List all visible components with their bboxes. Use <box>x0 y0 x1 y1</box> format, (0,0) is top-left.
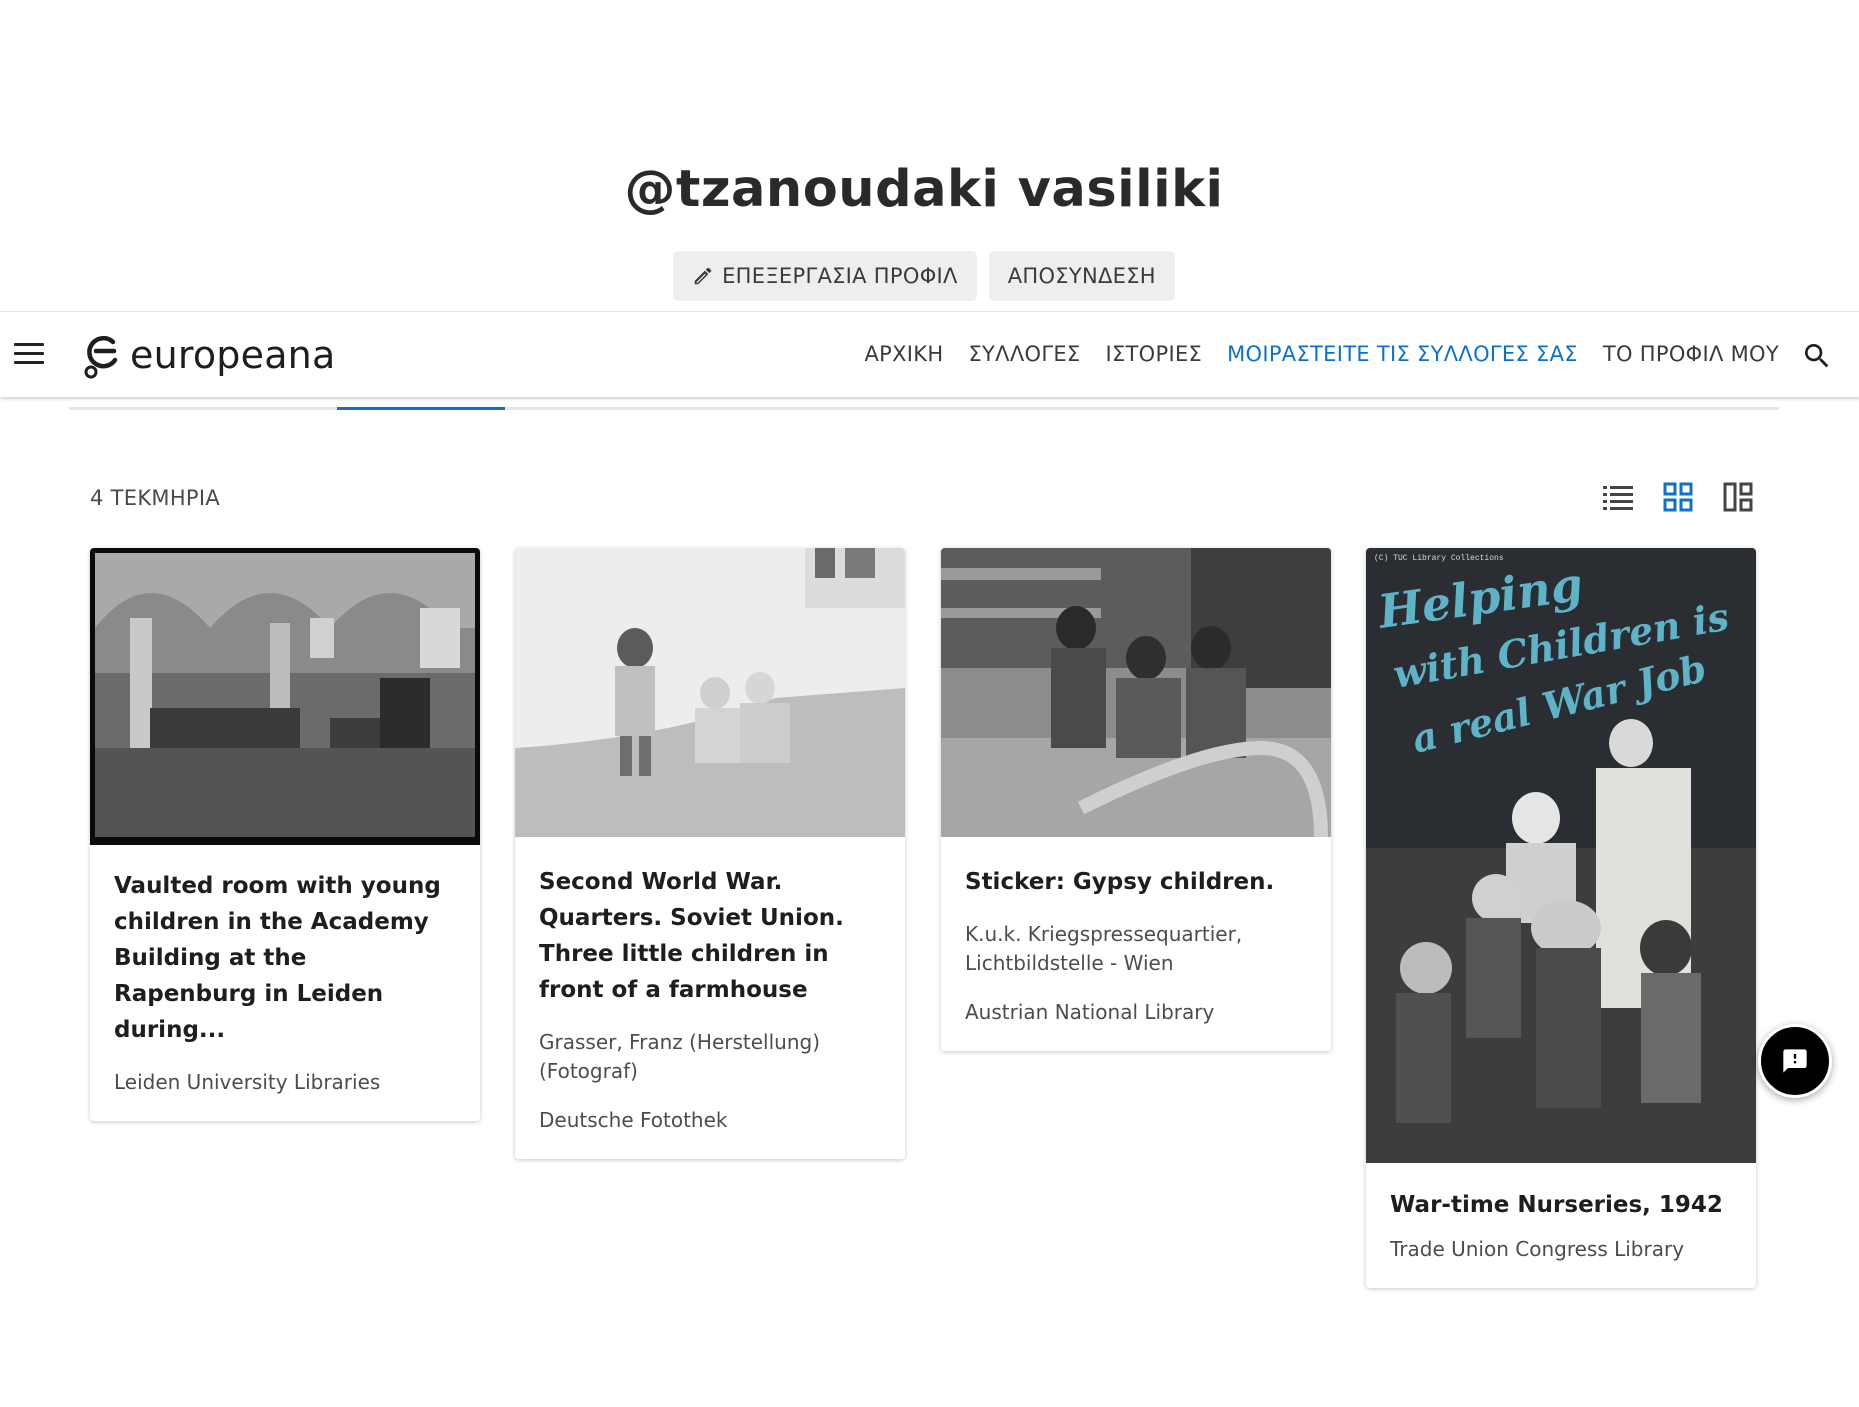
card-title[interactable]: War-time Nurseries, 1942 <box>1390 1187 1732 1223</box>
item-card[interactable]: Vaulted room with young children in the … <box>90 548 480 1121</box>
grid-view-icon[interactable] <box>1662 481 1694 513</box>
profile-name: @tzanoudaki vasiliki <box>624 160 1224 219</box>
item-thumbnail[interactable] <box>90 548 480 845</box>
item-thumbnail[interactable] <box>515 548 905 837</box>
item-card[interactable]: Sticker: Gypsy children. K.u.k. Kriegspr… <box>941 548 1331 1051</box>
item-card[interactable]: Second World War. Quarters. Soviet Union… <box>515 548 905 1159</box>
europeana-logo[interactable]: europeana <box>82 330 335 380</box>
site-header: europeana ΑΡΧΙΚΗ ΣΥΛΛΟΓΕΣ ΙΣΤΟΡΙΕΣ ΜΟΙΡΑ… <box>0 311 1859 397</box>
edit-profile-button[interactable]: ΕΠΕΞΕΡΓΑΣΙΑ ΠΡΟΦΙΛ <box>673 251 977 301</box>
tabs-divider <box>69 407 1779 410</box>
logout-button[interactable]: ΑΠΟΣΥΝΔΕΣΗ <box>988 251 1175 301</box>
card-title[interactable]: Vaulted room with young children in the … <box>114 868 456 1048</box>
main-nav: ΑΡΧΙΚΗ ΣΥΛΛΟΓΕΣ ΙΣΤΟΡΙΕΣ ΜΟΙΡΑΣΤΕΙΤΕ ΤΙΣ… <box>864 342 1779 366</box>
logo-text: europeana <box>130 333 336 377</box>
profile-page: @tzanoudaki vasiliki ΕΠΕΞΕΡΓΑΣΙΑ ΠΡΟΦΙΛ … <box>0 0 1859 1407</box>
active-tab-indicator <box>337 407 505 410</box>
menu-icon[interactable] <box>14 343 44 367</box>
card-creator: Grasser, Franz (Herstellung) (Fotograf) <box>539 1030 821 1083</box>
nav-item-home[interactable]: ΑΡΧΙΚΗ <box>864 342 943 366</box>
item-thumbnail[interactable]: (C) TUC Library Collections Helping with… <box>1366 548 1756 1163</box>
item-count: 4 ΤΕΚΜΗΡΙΑ <box>90 486 221 510</box>
item-card[interactable]: (C) TUC Library Collections Helping with… <box>1366 548 1756 1288</box>
mosaic-view-icon[interactable] <box>1722 481 1754 513</box>
edit-profile-label: ΕΠΕΞΕΡΓΑΣΙΑ ΠΡΟΦΙΛ <box>722 264 958 288</box>
search-icon[interactable] <box>1801 340 1833 372</box>
card-provider: Deutsche Fotothek <box>539 1108 728 1132</box>
poster-caption: (C) TUC Library Collections <box>1374 554 1504 563</box>
list-view-icon[interactable] <box>1602 481 1634 513</box>
card-provider: Trade Union Congress Library <box>1390 1237 1685 1261</box>
europeana-logo-icon <box>84 335 118 379</box>
nav-item-collections[interactable]: ΣΥΛΛΟΓΕΣ <box>968 342 1080 366</box>
card-creator: K.u.k. Kriegspressequartier, Lichtbildst… <box>965 922 1243 975</box>
feedback-button[interactable] <box>1758 1024 1832 1098</box>
card-provider: Leiden University Libraries <box>114 1070 381 1094</box>
card-title[interactable]: Sticker: Gypsy children. <box>965 864 1307 900</box>
card-provider: Austrian National Library <box>965 1000 1215 1024</box>
feedback-icon <box>1783 1049 1807 1073</box>
card-title[interactable]: Second World War. Quarters. Soviet Union… <box>539 864 881 1008</box>
logout-label: ΑΠΟΣΥΝΔΕΣΗ <box>1007 264 1156 288</box>
view-toggles <box>1602 481 1754 513</box>
nav-item-my-profile[interactable]: ΤΟ ΠΡΟΦΙΛ ΜΟΥ <box>1603 342 1779 366</box>
nav-item-share-collections[interactable]: ΜΟΙΡΑΣΤΕΙΤΕ ΤΙΣ ΣΥΛΛΟΓΕΣ ΣΑΣ <box>1227 342 1578 366</box>
pencil-icon <box>694 267 712 285</box>
profile-actions: ΕΠΕΞΕΡΓΑΣΙΑ ΠΡΟΦΙΛ ΑΠΟΣΥΝΔΕΣΗ <box>0 251 1848 301</box>
item-thumbnail[interactable] <box>941 548 1331 837</box>
nav-item-stories[interactable]: ΙΣΤΟΡΙΕΣ <box>1105 342 1202 366</box>
